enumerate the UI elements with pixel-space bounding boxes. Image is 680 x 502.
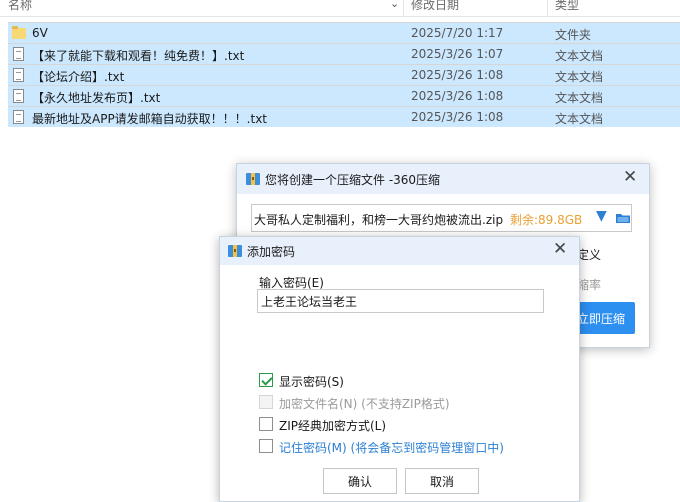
add-password-dialog: 添加密码 ✕ 输入密码(E) 显示密码(S) 加密文件名(N) (不支持ZIP格…: [219, 236, 580, 502]
ratio-label: 缩率: [577, 278, 602, 292]
archive-path-text: 大哥私人定制福利，和榜一大哥约炮被流出.zip: [254, 213, 504, 227]
archive-path-field[interactable]: 大哥私人定制福利，和榜一大哥约炮被流出.zip 剩余:89.8GB ▼: [251, 204, 632, 232]
folder-icon: [12, 26, 26, 40]
file-row[interactable]: 【永久地址发布页】.txt 2025/3/26 1:08 文本文档: [8, 85, 680, 106]
file-type: 文本文档: [555, 70, 604, 84]
close-icon[interactable]: ✕: [623, 167, 637, 187]
column-header-name[interactable]: 名称: [8, 0, 32, 13]
compress-now-button[interactable]: 立即压缩: [573, 302, 635, 334]
custom-label[interactable]: 定义: [577, 246, 601, 263]
encrypt-filenames-label: 加密文件名(N) (不支持ZIP格式): [279, 397, 450, 411]
360-zip-icon: [227, 243, 243, 259]
file-row[interactable]: 【论坛介绍】.txt 2025/3/26 1:08 文本文档: [8, 64, 680, 85]
file-name: 【来了就能下载和观看！纯免费！】.txt: [32, 49, 245, 63]
file-type: 文本文档: [555, 112, 604, 126]
column-header-bar: 名称 ⌄ 修改日期 类型: [0, 0, 680, 17]
file-type: 文本文档: [555, 49, 604, 63]
file-modified: 2025/3/26 1:08: [411, 68, 504, 82]
text-file-icon: [12, 89, 26, 103]
remaining-space: 剩余:89.8GB: [508, 211, 583, 228]
ok-button[interactable]: 确认: [323, 468, 397, 494]
password-input[interactable]: [257, 289, 544, 313]
show-password-checkbox[interactable]: [259, 373, 273, 387]
close-icon[interactable]: ✕: [553, 239, 567, 259]
text-file-icon: [12, 68, 26, 82]
sort-chevron-icon[interactable]: ⌄: [390, 0, 399, 10]
remember-password-label[interactable]: 记住密码(M) (将会备忘到密码管理窗口中): [279, 439, 504, 456]
zip-classic-encryption-label[interactable]: ZIP经典加密方式(L): [279, 417, 386, 434]
file-type: 文件夹: [555, 28, 592, 42]
encrypt-filenames-checkbox: [259, 395, 273, 409]
column-divider[interactable]: [403, 0, 404, 16]
column-divider[interactable]: [547, 0, 548, 16]
password-dialog-titlebar[interactable]: 添加密码 ✕: [220, 237, 579, 265]
file-modified: 2025/7/20 1:17: [411, 26, 504, 40]
file-type: 文本文档: [555, 91, 604, 105]
file-modified: 2025/3/26 1:07: [411, 47, 504, 61]
file-row[interactable]: 【来了就能下载和观看！纯免费！】.txt 2025/3/26 1:07 文本文档: [8, 43, 680, 64]
360-zip-icon: [245, 171, 261, 187]
remember-password-checkbox[interactable]: [259, 439, 273, 453]
file-name: 【永久地址发布页】.txt: [32, 91, 161, 105]
cancel-button[interactable]: 取消: [405, 468, 479, 494]
text-file-icon: [12, 110, 26, 124]
file-modified: 2025/3/26 1:08: [411, 110, 504, 124]
password-dialog-title: 添加密码: [247, 245, 296, 259]
show-password-label[interactable]: 显示密码(S): [279, 373, 344, 390]
compress-dialog-title: 您将创建一个压缩文件 -360压缩: [265, 173, 441, 187]
file-row-folder-6v[interactable]: 6V 2025/7/20 1:17 文件夹: [8, 22, 680, 43]
file-row[interactable]: 最新地址及APP请发邮箱自动获取！！！.txt 2025/3/26 1:08 文…: [8, 106, 680, 127]
dropdown-arrow-icon[interactable]: ▼: [596, 208, 607, 224]
column-header-modified[interactable]: 修改日期: [411, 0, 459, 13]
file-name: 6V: [32, 26, 48, 40]
column-header-type[interactable]: 类型: [555, 0, 579, 13]
compress-dialog-titlebar[interactable]: 您将创建一个压缩文件 -360压缩 ✕: [237, 164, 649, 194]
file-name: 【论坛介绍】.txt: [32, 70, 125, 84]
browse-folder-icon[interactable]: [615, 210, 631, 226]
file-name: 最新地址及APP请发邮箱自动获取！！！.txt: [32, 112, 268, 126]
file-modified: 2025/3/26 1:08: [411, 89, 504, 103]
text-file-icon: [12, 47, 26, 61]
zip-classic-encryption-checkbox[interactable]: [259, 417, 273, 431]
